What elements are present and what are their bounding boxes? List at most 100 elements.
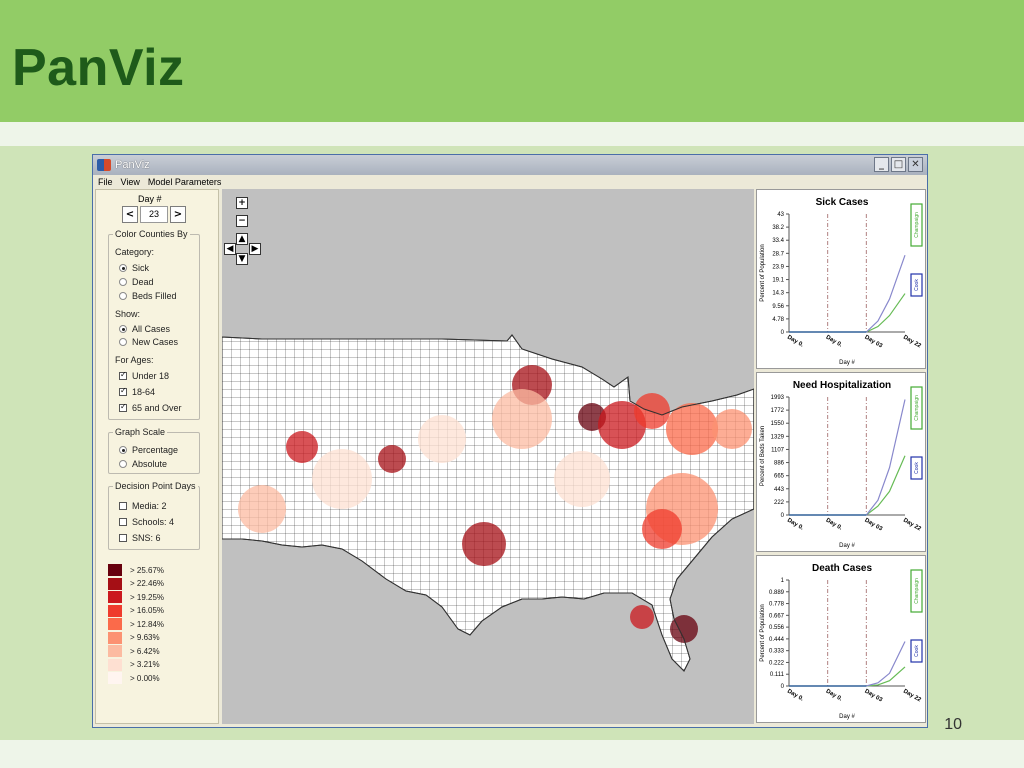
legend-item: > 19.25% [108,591,164,603]
prev-day-button[interactable]: < [122,206,138,223]
window-titlebar[interactable]: PanViz _ □ ✕ [93,155,927,175]
outbreak-hotspot [286,431,318,463]
decision-days-group: Decision Point Days Media: 2 Schools: 4 … [108,481,200,550]
x-tick-label: Day 0. [786,518,805,532]
graph-scale-group: Graph Scale Percentage Absolute [108,427,200,474]
y-tick-label: 0 [781,684,785,690]
legend-item: > 16.05% [108,604,165,617]
pan-down-button[interactable]: ▼ [236,253,248,265]
outbreak-hotspot [378,445,406,473]
legend-label: > 22.46% [130,579,165,588]
y-tick-label: 43 [777,212,784,218]
radio-percentage-label: Percentage [132,445,179,455]
x-tick-label: Day 03 [863,689,883,704]
radio-percentage[interactable]: Percentage [119,445,178,455]
menu-model-parameters[interactable]: Model Parameters [148,175,222,189]
y-tick-label: 9.56 [772,304,784,310]
menu-file[interactable]: File [98,175,113,189]
outbreak-hotspot [312,449,372,509]
checkbox-65-over[interactable]: 65 and Over [119,402,182,413]
y-tick-label: 0 [781,330,785,336]
x-axis-label: Day # [839,360,855,366]
color-counties-group: Color Counties By Category: Sick Dead Be… [108,229,200,420]
radio-new-cases[interactable]: New Cases [119,337,178,347]
legend-entry: Champaign [914,578,920,604]
zoom-in-button[interactable]: + [236,197,248,209]
ages-label: For Ages: [115,355,154,365]
y-tick-label: 1993 [771,395,785,401]
x-tick-label: Day 0. [825,689,844,703]
series-line [789,641,906,687]
x-tick-label: Day 03 [863,335,883,350]
county-map[interactable]: + − ▲ ◀ ▶ ▼ [222,189,754,724]
y-tick-label: 38.2 [772,225,784,231]
x-tick-label: Day 0. [825,335,844,349]
outbreak-hotspot [630,605,654,629]
pan-up-button[interactable]: ▲ [236,233,248,245]
legend-label: > 16.05% [130,606,165,615]
y-tick-label: 1550 [771,421,785,427]
series-line [789,254,906,333]
legend-entry: Cook [914,645,920,657]
pan-right-button[interactable]: ▶ [249,243,261,255]
outbreak-hotspot [642,509,682,549]
series-line [789,666,906,687]
radio-beds-label: Beds Filled [132,291,177,301]
checkbox-indicator [119,386,127,396]
day-input[interactable]: 23 [140,206,168,223]
radio-indicator [119,325,127,333]
y-axis-label: Percent of Population [760,244,766,301]
minimize-button[interactable]: _ [874,157,889,172]
chart-column: Sick Cases 43 38.2 33.4 28.7 23.9 19.1 14.3 9.56… [756,189,926,724]
radio-indicator [119,446,127,454]
zoom-out-button[interactable]: − [236,215,248,227]
radio-absolute[interactable]: Absolute [119,459,167,469]
maximize-button[interactable]: □ [891,157,906,172]
checkbox-indicator [119,518,127,526]
y-tick-label: 1 [781,578,785,584]
radio-sick[interactable]: Sick [119,263,149,273]
checkbox-schools[interactable]: Schools: 4 [119,517,174,527]
legend-label: > 12.84% [130,619,165,629]
checkbox-sns[interactable]: SNS: 6 [119,533,161,543]
menubar: File View Model Parameters [93,175,927,189]
legend-label: > 6.42% [130,646,160,656]
radio-all-cases[interactable]: All Cases [119,324,170,334]
radio-beds-filled[interactable]: Beds Filled [119,291,177,301]
y-tick-label: 0.778 [769,602,785,608]
slide-page-number: 10 [944,716,962,733]
radio-sick-label: Sick [132,263,150,273]
y-tick-label: 1329 [771,434,785,440]
legend-item: > 22.46% [108,577,165,590]
y-tick-label: 886 [774,461,785,467]
legend-entry: Cook [914,462,920,474]
close-button[interactable]: ✕ [908,157,923,172]
y-tick-label: 665 [774,474,785,480]
pan-left-button[interactable]: ◀ [224,243,236,255]
radio-dead[interactable]: Dead [119,277,154,287]
menu-view[interactable]: View [121,175,140,189]
checkbox-media[interactable]: Media: 2 [119,501,167,511]
us-county-map[interactable] [222,189,754,724]
outbreak-hotspot [634,393,670,429]
checkbox-under-18[interactable]: Under 18 [119,370,169,381]
radio-indicator [119,278,127,286]
chart-title: Sick Cases [816,197,869,208]
radio-indicator [119,292,127,300]
y-tick-label: 0 [781,513,785,519]
x-tick-label: Day 03 [863,518,883,533]
outbreak-hotspot [554,451,610,507]
chart-title: Death Cases [812,563,872,574]
series-line [789,293,906,333]
next-day-button[interactable]: > [170,206,186,223]
sick-cases-chart: Sick Cases 43 38.2 33.4 28.7 23.9 19.1 14.3 9.56… [756,189,926,369]
y-tick-label: 222 [774,500,785,506]
app-icon [97,159,111,171]
checkbox-18-64[interactable]: 18-64 [119,386,155,397]
x-tick-label: Day 0. [825,518,844,532]
y-tick-label: 28.7 [772,251,784,257]
legend-label: > 19.25% [130,592,165,602]
legend-swatch [108,618,122,630]
legend-item: > 0.00% [108,672,160,684]
y-tick-label: 0.111 [770,672,785,678]
